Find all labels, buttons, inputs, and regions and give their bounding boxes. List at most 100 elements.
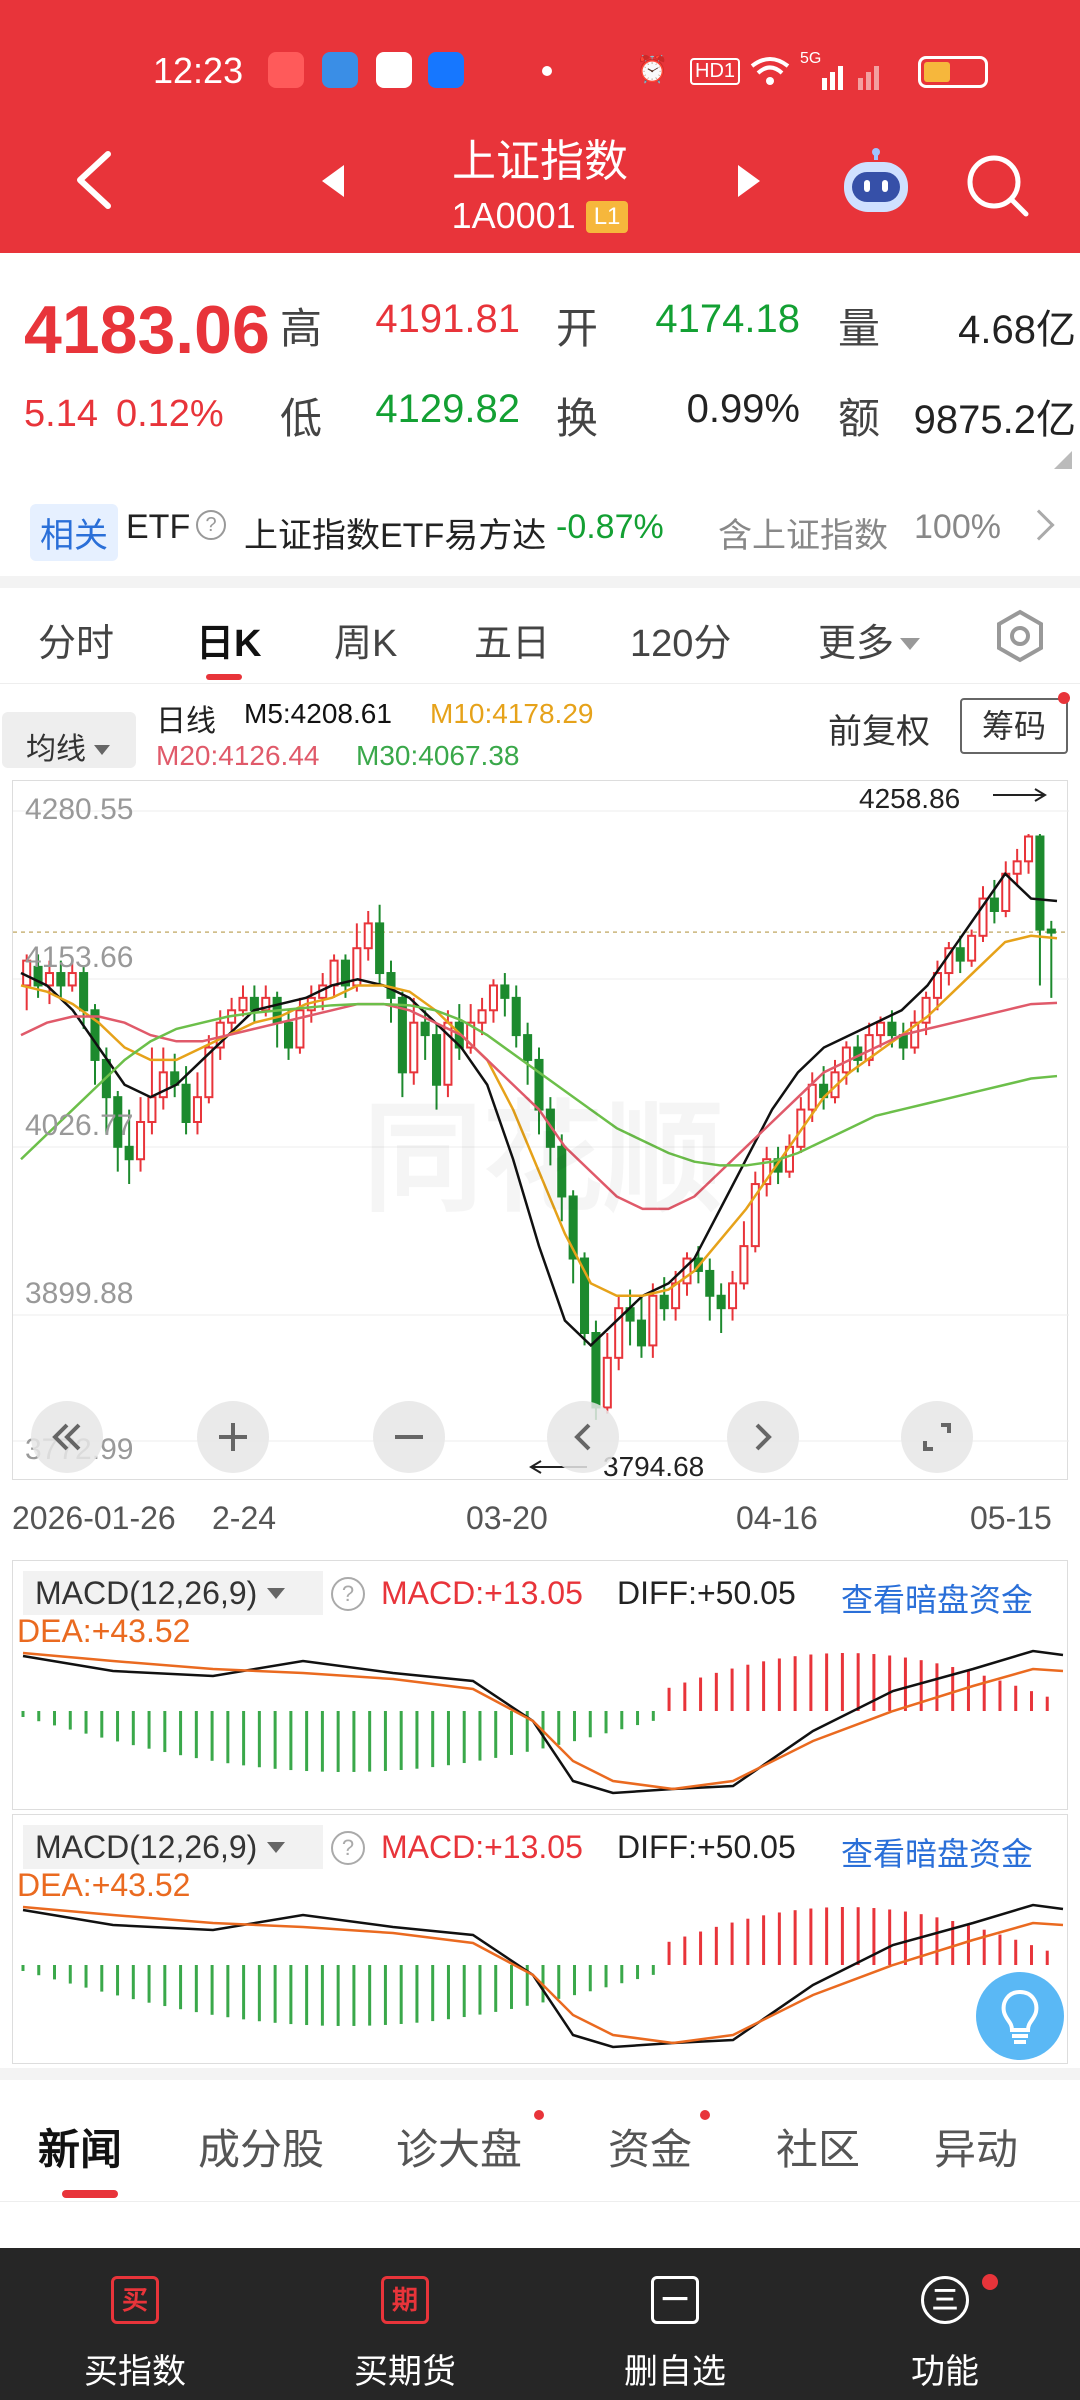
candle-body bbox=[1024, 835, 1034, 863]
candle-body bbox=[705, 1269, 715, 1297]
buy-index-button[interactable]: 买 买指数 bbox=[0, 2248, 270, 2400]
scroll-left-button[interactable] bbox=[547, 1401, 619, 1473]
candle-body bbox=[636, 1319, 646, 1347]
news-tabs: 新闻 成分股 诊大盘 资金 社区 异动 bbox=[0, 2082, 1080, 2202]
status-bar: 12:23 ⏰ HD1 5G bbox=[0, 44, 1080, 98]
rewind-button[interactable] bbox=[31, 1401, 103, 1473]
ma10-value: M10:4178.29 bbox=[430, 698, 594, 729]
volume-label: 量 bbox=[838, 305, 881, 352]
change-value: 5.14 bbox=[24, 393, 98, 435]
status-dot bbox=[542, 66, 552, 76]
x-axis: 2026-01-26 2-24 03-20 04-16 05-15 bbox=[0, 1490, 1080, 1550]
candle-body bbox=[876, 1021, 886, 1037]
candle-body bbox=[295, 1009, 305, 1049]
candle-body bbox=[1001, 872, 1011, 912]
related-etf-row[interactable]: 相关 ETF ? 上证指数ETF易方达 -0.87% 含上证指数 100% bbox=[0, 490, 1080, 570]
macd-panel-1[interactable]: MACD(12,26,9) ? MACD:+13.05 DIFF:+50.05 … bbox=[12, 1560, 1068, 1810]
header: 12:23 ⏰ HD1 5G 上证指数 1A0001 L1 bbox=[0, 0, 1080, 253]
candle-body bbox=[181, 1083, 191, 1123]
tab-community[interactable]: 社区 bbox=[776, 2116, 860, 2177]
candle-body bbox=[79, 972, 89, 1012]
help-icon[interactable]: ? bbox=[331, 1577, 365, 1611]
candle-body bbox=[363, 922, 373, 950]
tab-components[interactable]: 成分股 bbox=[198, 2116, 324, 2177]
battery-icon bbox=[918, 56, 988, 88]
tab-funds[interactable]: 资金 bbox=[608, 2116, 692, 2177]
candle-body bbox=[329, 959, 339, 987]
x-label-2: 2-24 bbox=[212, 1500, 277, 1536]
active-tab-indicator bbox=[62, 2190, 118, 2198]
chevron-down-icon bbox=[267, 1588, 286, 1599]
ma5-value: M5:4208.61 bbox=[244, 698, 392, 729]
settings-icon[interactable] bbox=[992, 608, 1048, 664]
high-value: 4191.81 bbox=[375, 297, 520, 341]
diff-value: DIFF:+50.05 bbox=[617, 1575, 796, 1611]
diff-value: DIFF:+50.05 bbox=[617, 1829, 796, 1865]
remove-icon: 一 bbox=[651, 2276, 699, 2324]
ma-selector[interactable]: 均线 bbox=[2, 712, 136, 768]
turnover-label: 换 bbox=[556, 395, 599, 442]
scroll-right-button[interactable] bbox=[727, 1401, 799, 1473]
tab-intraday[interactable]: 分时 bbox=[38, 612, 114, 667]
x-label-1: 2026-01-26 bbox=[12, 1500, 176, 1536]
candle-body bbox=[887, 1021, 897, 1037]
adjust-mode[interactable]: 前复权 bbox=[828, 704, 930, 753]
kline-type: 日线 bbox=[156, 705, 216, 738]
expand-corner-icon[interactable] bbox=[1054, 451, 1072, 469]
lightbulb-icon[interactable] bbox=[976, 1972, 1064, 2060]
remove-watchlist-button[interactable]: 一 删自选 bbox=[540, 2248, 810, 2400]
dark-pool-link[interactable]: 查看暗盘资金 bbox=[841, 1829, 1033, 1875]
kline-chart[interactable]: 同花顺 4280.55 4153.66 4026.77 3899.88 3772… bbox=[12, 780, 1069, 1482]
candle-body bbox=[989, 897, 999, 912]
search-icon[interactable] bbox=[962, 150, 1032, 220]
tab-anomaly[interactable]: 异动 bbox=[934, 2116, 1018, 2177]
candle-body bbox=[147, 1096, 157, 1123]
macd-selector-text: MACD(12,26,9) bbox=[35, 1575, 258, 1611]
tab-weekly-k[interactable]: 周K bbox=[334, 612, 397, 667]
zoom-in-button[interactable] bbox=[197, 1401, 269, 1473]
help-icon[interactable]: ? bbox=[196, 510, 226, 540]
change-percent: 0.12% bbox=[115, 393, 224, 435]
turnover-value: 0.99% bbox=[686, 387, 800, 431]
macd-panel-2[interactable]: MACD(12,26,9) ? MACD:+13.05 DIFF:+50.05 … bbox=[12, 1814, 1068, 2064]
macd-selector-text: MACD(12,26,9) bbox=[35, 1829, 258, 1865]
ma-selector-label: 均线 bbox=[26, 733, 86, 766]
chevron-down-icon bbox=[267, 1842, 286, 1853]
wifi-icon bbox=[748, 54, 792, 95]
signal-bars-icon bbox=[800, 58, 890, 99]
period-tabs: 分时 日K 周K 五日 120分 更多 bbox=[0, 588, 1080, 684]
volume-value: 4.68亿 bbox=[958, 308, 1076, 352]
chip-button[interactable]: 筹码 bbox=[960, 698, 1068, 754]
fullscreen-button[interactable] bbox=[901, 1401, 973, 1473]
functions-button[interactable]: 三 功能 bbox=[810, 2248, 1080, 2400]
robot-assistant-icon[interactable] bbox=[838, 148, 914, 218]
level-badge: L1 bbox=[585, 201, 629, 233]
buy-futures-button[interactable]: 期 买期货 bbox=[270, 2248, 540, 2400]
candle-body bbox=[192, 1096, 202, 1123]
ma-legend-row: 均线 日线 M5:4208.61 M10:4178.29 M20:4126.44… bbox=[0, 690, 1080, 790]
contains-label: 含上证指数 bbox=[718, 517, 888, 555]
next-index-button[interactable] bbox=[738, 165, 760, 197]
high-label: 高 bbox=[280, 305, 323, 352]
candle-body bbox=[728, 1282, 738, 1310]
zoom-out-button[interactable] bbox=[373, 1401, 445, 1473]
tab-diagnosis[interactable]: 诊大盘 bbox=[396, 2116, 522, 2177]
candle-body bbox=[375, 922, 385, 975]
status-time: 12:23 bbox=[153, 50, 244, 91]
tab-more[interactable]: 更多 bbox=[818, 612, 921, 667]
tab-news[interactable]: 新闻 bbox=[38, 2116, 122, 2177]
tab-five-day[interactable]: 五日 bbox=[474, 612, 550, 667]
tab-daily-k[interactable]: 日K bbox=[196, 612, 261, 667]
last-price: 4183.06 bbox=[24, 292, 270, 368]
tab-120min[interactable]: 120分 bbox=[630, 612, 731, 667]
macd-value: MACD:+13.05 bbox=[381, 1575, 583, 1611]
dark-pool-link[interactable]: 查看暗盘资金 bbox=[841, 1575, 1033, 1621]
active-tab-indicator bbox=[206, 674, 242, 680]
help-icon[interactable]: ? bbox=[331, 1831, 365, 1865]
candle-body bbox=[739, 1245, 749, 1285]
low-label: 低 bbox=[280, 395, 323, 442]
x-label-5: 05-15 bbox=[970, 1500, 1052, 1536]
open-value: 4174.18 bbox=[655, 297, 800, 341]
remove-watchlist-label: 删自选 bbox=[624, 2353, 726, 2391]
page-title: 上证指数 bbox=[452, 137, 628, 186]
